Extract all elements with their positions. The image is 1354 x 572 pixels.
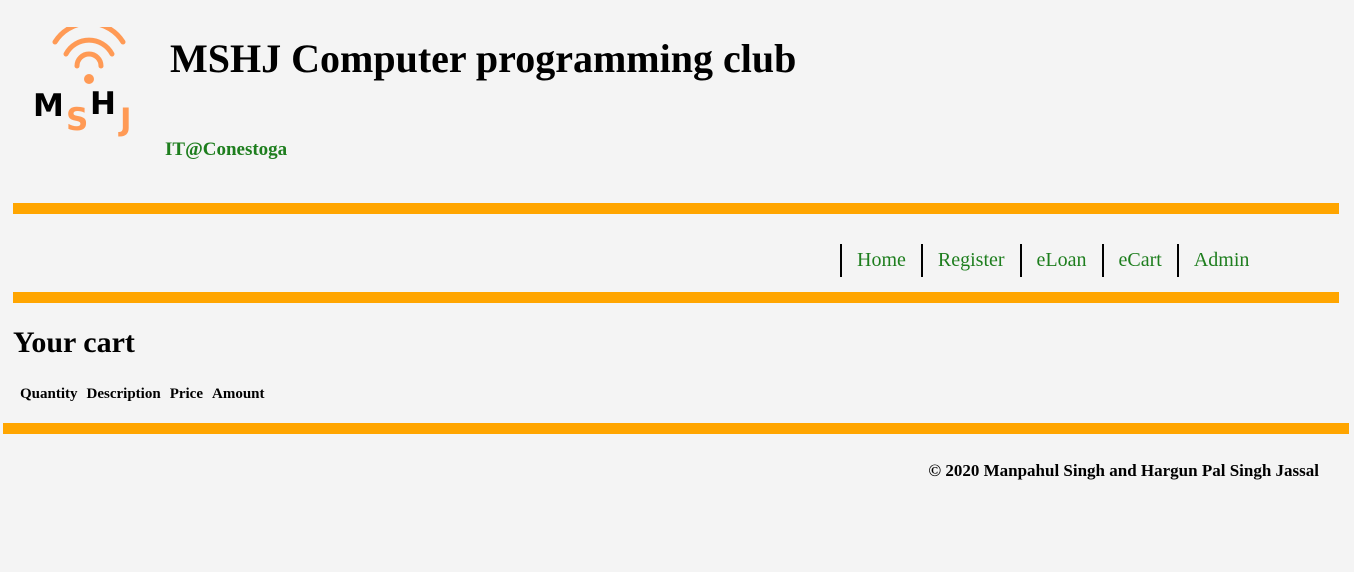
nav-link-admin[interactable]: Admin: [1176, 244, 1274, 277]
site-title: MSHJ Computer programming club: [170, 36, 797, 81]
cart-title: Your cart: [13, 326, 135, 359]
cart-table: Quantity Description Price Amount: [16, 381, 269, 408]
svg-text:J: J: [118, 102, 132, 137]
header-divider-top: [13, 203, 1339, 214]
svg-text:S: S: [66, 102, 88, 137]
nav-link-ecart[interactable]: eCart: [1101, 244, 1177, 277]
column-header-description: Description: [86, 386, 161, 402]
site-logo: M S H J: [26, 20, 146, 138]
site-tagline: IT@Conestoga: [165, 139, 288, 160]
column-header-price: Price: [169, 386, 203, 402]
column-header-amount: Amount: [212, 386, 265, 402]
nav-link-register[interactable]: Register: [920, 244, 1020, 277]
main-nav: Home Register eLoan eCart Admin: [840, 244, 1273, 277]
column-header-quantity: Quantity: [20, 386, 78, 402]
nav-link-home[interactable]: Home: [840, 244, 921, 277]
nav-link-eloan[interactable]: eLoan: [1019, 244, 1102, 277]
footer-divider: [3, 423, 1349, 434]
svg-text:H: H: [90, 86, 116, 122]
footer-copyright: © 2020 Manpahul Singh and Hargun Pal Sin…: [928, 461, 1319, 480]
cart-table-header-row: Quantity Description Price Amount: [20, 385, 265, 404]
svg-text:M: M: [33, 88, 64, 124]
wifi-logo-icon: M S H J: [33, 20, 132, 138]
nav-divider-bottom: [13, 292, 1339, 303]
